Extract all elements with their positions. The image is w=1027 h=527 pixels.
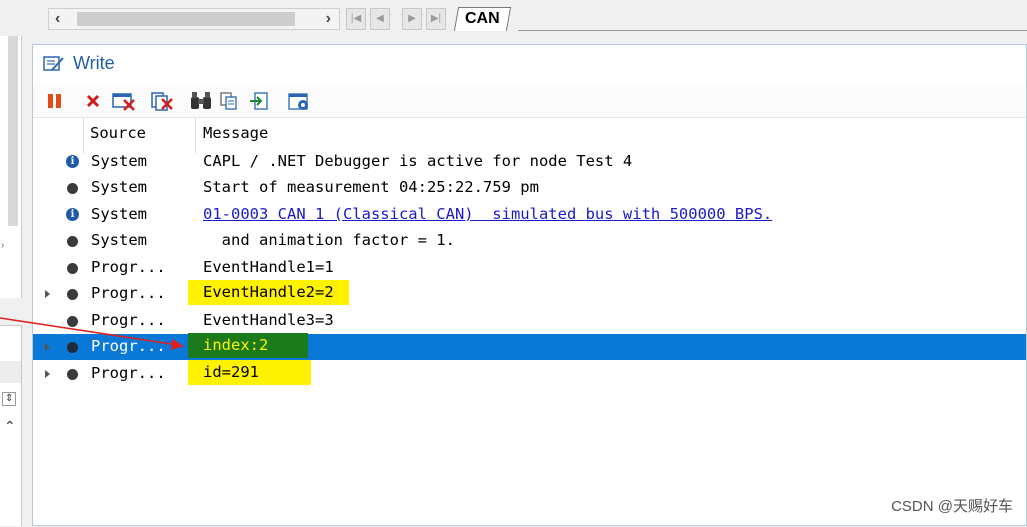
column-header-message[interactable]: Message (203, 124, 268, 142)
row-source: System (91, 231, 147, 249)
row-source: System (91, 205, 147, 223)
scroll-left-icon[interactable]: ‹ (55, 10, 60, 28)
dot-icon (67, 183, 78, 194)
annotation-arrow (0, 317, 184, 350)
row-message: CAPL / .NET Debugger is active for node … (203, 152, 633, 170)
expand-arrow-icon[interactable] (45, 290, 50, 298)
column-divider (83, 117, 84, 153)
write-title: Write (73, 53, 115, 73)
tab-can[interactable]: CAN (453, 7, 511, 31)
dot-icon (67, 263, 78, 274)
clear-all-icon[interactable] (149, 91, 175, 111)
table-row[interactable]: Progr... id=291 (33, 360, 1026, 387)
clear-window-icon[interactable] (111, 91, 137, 111)
first-tab-button[interactable]: |◀ (346, 8, 366, 30)
row-message: EventHandle3=3 (203, 311, 334, 329)
left-scrollbar[interactable] (8, 36, 18, 226)
row-message: EventHandle1=1 (203, 258, 334, 276)
table-row[interactable]: i System CAPL / .NET Debugger is active … (33, 149, 1026, 175)
pause-icon[interactable] (45, 91, 65, 111)
write-title-bar: Write (43, 53, 115, 74)
left-panel-upper: › (0, 36, 22, 298)
write-window-icon (43, 56, 64, 71)
row-message: and animation factor = 1. (203, 231, 455, 249)
dot-icon (67, 369, 78, 380)
next-tab-button[interactable]: ▶ (402, 8, 422, 30)
dot-icon (67, 236, 78, 247)
configure-icon[interactable] (287, 91, 311, 111)
copy-icon[interactable] (219, 91, 239, 111)
previous-tab-button[interactable]: ◀ (370, 8, 390, 30)
column-divider (195, 117, 196, 153)
row-message-highlighted: index:2 (188, 333, 309, 358)
chevron-right-icon[interactable]: › (1, 240, 4, 251)
table-row[interactable]: i System 01-0003 CAN 1 (Classical CAN) s… (33, 202, 1026, 228)
dot-icon (67, 289, 78, 300)
last-tab-button[interactable]: ▶| (426, 8, 446, 30)
left-panel-band (0, 361, 21, 383)
row-message: Start of measurement 04:25:22.759 pm (203, 178, 539, 196)
clear-icon[interactable] (83, 91, 103, 111)
table-row[interactable]: System and animation factor = 1. (33, 228, 1026, 254)
column-header-source[interactable]: Source (90, 124, 146, 142)
tab-can-label: CAN (465, 10, 500, 27)
spin-updown-icon[interactable]: ⇕ (2, 392, 17, 406)
export-icon[interactable] (249, 91, 269, 111)
write-window: Write Source Message i System CAPL / .NE… (32, 44, 1027, 526)
table-row[interactable]: System Start of measurement 04:25:22.759… (33, 175, 1026, 201)
horizontal-scrollbar[interactable]: ‹ › (48, 8, 340, 30)
write-toolbar (33, 85, 1026, 118)
watermark: CSDN @天赐好车 (891, 498, 1013, 515)
row-message-highlighted: EventHandle2=2 (188, 280, 349, 305)
tab-strip-line (518, 30, 1027, 31)
row-source: Progr... (91, 364, 166, 382)
chevron-up-icon[interactable]: ⌃ (4, 418, 16, 435)
row-source: System (91, 178, 147, 196)
row-message-link[interactable]: 01-0003 CAN 1 (Classical CAN) simulated … (203, 205, 772, 223)
info-icon: i (66, 155, 79, 168)
row-message-highlighted: id=291 (188, 360, 311, 385)
row-source: Progr... (91, 258, 166, 276)
table-row[interactable]: Progr... EventHandle1=1 (33, 255, 1026, 281)
scroll-right-icon[interactable]: › (326, 10, 331, 28)
scrollbar-thumb[interactable] (77, 12, 295, 26)
find-icon[interactable] (189, 91, 213, 111)
expand-arrow-icon[interactable] (45, 370, 50, 378)
info-icon: i (66, 208, 79, 221)
row-source: System (91, 152, 147, 170)
